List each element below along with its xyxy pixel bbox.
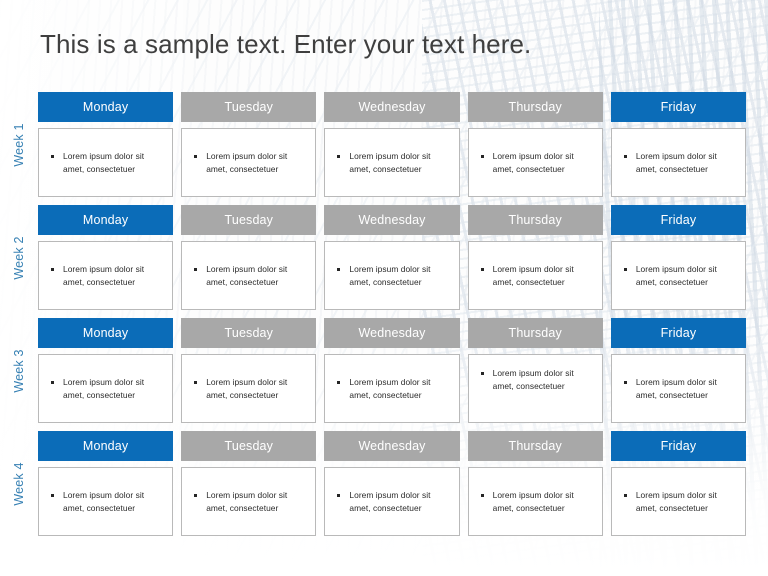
day-column: Thursday Lorem ipsum dolor sit amet, cons…: [467, 205, 603, 310]
day-column: Friday Lorem ipsum dolor sit amet, consec…: [610, 318, 747, 423]
weekly-planner-table: Week 1 Monday Lorem ipsum dolor sit amet, …: [0, 92, 768, 544]
bullet-list-item: Lorem ipsum dolor sit amet, consectetuer: [333, 150, 450, 175]
day-columns: Monday Lorem ipsum dolor sit amet, consec…: [38, 431, 747, 536]
day-cell[interactable]: Lorem ipsum dolor sit amet, consectetuer: [38, 241, 174, 310]
bullet-list-item: Lorem ipsum dolor sit amet, consectetuer: [620, 489, 737, 514]
day-column: Thursday Lorem ipsum dolor sit amet, cons…: [467, 431, 603, 536]
day-column: Monday Lorem ipsum dolor sit amet, consec…: [38, 92, 174, 197]
day-cell[interactable]: Lorem ipsum dolor sit amet, consectetuer: [467, 128, 603, 197]
day-cell[interactable]: Lorem ipsum dolor sit amet, consectetuer: [181, 241, 317, 310]
day-cell[interactable]: Lorem ipsum dolor sit amet, consectetuer: [38, 467, 174, 536]
bullet-list-item: Lorem ipsum dolor sit amet, consectetuer: [333, 489, 450, 514]
week-row: Week 2 Monday Lorem ipsum dolor sit amet, …: [0, 205, 768, 310]
bullet-list-item: Lorem ipsum dolor sit amet, consectetuer: [47, 376, 164, 401]
bullet-list-item: Lorem ipsum dolor sit amet, consectetuer: [477, 367, 594, 392]
bullet-list-item: Lorem ipsum dolor sit amet, consectetuer: [190, 150, 307, 175]
day-header-wednesday[interactable]: Wednesday: [324, 92, 460, 122]
day-header-monday[interactable]: Monday: [38, 205, 174, 235]
day-column: Thursday Lorem ipsum dolor sit amet, cons…: [467, 318, 603, 423]
day-header-monday[interactable]: Monday: [38, 318, 174, 348]
day-column: Monday Lorem ipsum dolor sit amet, consec…: [38, 205, 174, 310]
week-label-container: Week 2: [0, 205, 38, 310]
day-header-thursday[interactable]: Thursday: [467, 205, 603, 235]
day-header-monday[interactable]: Monday: [38, 92, 174, 122]
day-column: Tuesday Lorem ipsum dolor sit amet, conse…: [181, 205, 317, 310]
week-row: Week 4 Monday Lorem ipsum dolor sit amet, …: [0, 431, 768, 536]
day-column: Tuesday Lorem ipsum dolor sit amet, conse…: [181, 318, 317, 423]
day-cell[interactable]: Lorem ipsum dolor sit amet, consectetuer: [181, 354, 317, 423]
day-cell[interactable]: Lorem ipsum dolor sit amet, consectetuer: [610, 467, 747, 536]
day-cell[interactable]: Lorem ipsum dolor sit amet, consectetuer: [324, 241, 460, 310]
bullet-list-item: Lorem ipsum dolor sit amet, consectetuer: [47, 263, 164, 288]
day-header-tuesday[interactable]: Tuesday: [181, 318, 317, 348]
day-header-tuesday[interactable]: Tuesday: [181, 431, 317, 461]
day-column: Monday Lorem ipsum dolor sit amet, consec…: [38, 318, 174, 423]
day-header-wednesday[interactable]: Wednesday: [324, 318, 460, 348]
bullet-list-item: Lorem ipsum dolor sit amet, consectetuer: [190, 489, 307, 514]
day-column: Friday Lorem ipsum dolor sit amet, consec…: [610, 431, 747, 536]
bullet-list-item: Lorem ipsum dolor sit amet, consectetuer: [333, 263, 450, 288]
week-label: Week 4: [12, 461, 26, 506]
day-column: Wednesday Lorem ipsum dolor sit amet, con…: [324, 205, 460, 310]
day-column: Wednesday Lorem ipsum dolor sit amet, con…: [324, 431, 460, 536]
day-cell[interactable]: Lorem ipsum dolor sit amet, consectetuer: [324, 128, 460, 197]
day-header-wednesday[interactable]: Wednesday: [324, 431, 460, 461]
day-cell[interactable]: Lorem ipsum dolor sit amet, consectetuer: [610, 128, 747, 197]
bullet-list-item: Lorem ipsum dolor sit amet, consectetuer: [190, 263, 307, 288]
bullet-list-item: Lorem ipsum dolor sit amet, consectetuer: [477, 150, 594, 175]
day-cell[interactable]: Lorem ipsum dolor sit amet, consectetuer: [38, 128, 174, 197]
day-column: Tuesday Lorem ipsum dolor sit amet, conse…: [181, 92, 317, 197]
day-header-thursday[interactable]: Thursday: [467, 431, 603, 461]
day-column: Friday Lorem ipsum dolor sit amet, consec…: [610, 92, 747, 197]
bullet-list-item: Lorem ipsum dolor sit amet, consectetuer: [47, 489, 164, 514]
day-cell[interactable]: Lorem ipsum dolor sit amet, consectetuer: [324, 467, 460, 536]
week-label-container: Week 3: [0, 318, 38, 423]
bullet-list-item: Lorem ipsum dolor sit amet, consectetuer: [477, 263, 594, 288]
day-column: Monday Lorem ipsum dolor sit amet, consec…: [38, 431, 174, 536]
bullet-list-item: Lorem ipsum dolor sit amet, consectetuer: [47, 150, 164, 175]
day-column: Friday Lorem ipsum dolor sit amet, consec…: [610, 205, 747, 310]
day-cell[interactable]: Lorem ipsum dolor sit amet, consectetuer: [610, 354, 747, 423]
day-cell[interactable]: Lorem ipsum dolor sit amet, consectetuer: [181, 467, 317, 536]
week-label: Week 2: [12, 235, 26, 280]
day-header-monday[interactable]: Monday: [38, 431, 174, 461]
week-label: Week 3: [12, 348, 26, 393]
day-header-tuesday[interactable]: Tuesday: [181, 205, 317, 235]
week-row: Week 3 Monday Lorem ipsum dolor sit amet, …: [0, 318, 768, 423]
day-column: Wednesday Lorem ipsum dolor sit amet, con…: [324, 92, 460, 197]
day-header-friday[interactable]: Friday: [610, 431, 747, 461]
week-label-container: Week 1: [0, 92, 38, 197]
bullet-list-item: Lorem ipsum dolor sit amet, consectetuer: [190, 376, 307, 401]
week-row: Week 1 Monday Lorem ipsum dolor sit amet, …: [0, 92, 768, 197]
bullet-list-item: Lorem ipsum dolor sit amet, consectetuer: [333, 376, 450, 401]
week-label: Week 1: [12, 122, 26, 167]
day-cell[interactable]: Lorem ipsum dolor sit amet, consectetuer: [467, 467, 603, 536]
day-cell[interactable]: Lorem ipsum dolor sit amet, consectetuer: [324, 354, 460, 423]
day-header-wednesday[interactable]: Wednesday: [324, 205, 460, 235]
day-header-friday[interactable]: Friday: [610, 318, 747, 348]
day-columns: Monday Lorem ipsum dolor sit amet, consec…: [38, 92, 747, 197]
week-label-container: Week 4: [0, 431, 38, 536]
day-header-friday[interactable]: Friday: [610, 205, 747, 235]
day-column: Thursday Lorem ipsum dolor sit amet, cons…: [467, 92, 603, 197]
day-header-friday[interactable]: Friday: [610, 92, 747, 122]
day-columns: Monday Lorem ipsum dolor sit amet, consec…: [38, 318, 747, 423]
day-cell[interactable]: Lorem ipsum dolor sit amet, consectetuer: [610, 241, 747, 310]
day-cell[interactable]: Lorem ipsum dolor sit amet, consectetuer: [181, 128, 317, 197]
day-columns: Monday Lorem ipsum dolor sit amet, consec…: [38, 205, 747, 310]
day-cell[interactable]: Lorem ipsum dolor sit amet, consectetuer: [38, 354, 174, 423]
day-header-thursday[interactable]: Thursday: [467, 92, 603, 122]
day-column: Wednesday Lorem ipsum dolor sit amet, con…: [324, 318, 460, 423]
slide-title[interactable]: This is a sample text. Enter your text h…: [40, 27, 531, 61]
bullet-list-item: Lorem ipsum dolor sit amet, consectetuer: [620, 150, 737, 175]
day-header-tuesday[interactable]: Tuesday: [181, 92, 317, 122]
bullet-list-item: Lorem ipsum dolor sit amet, consectetuer: [620, 376, 737, 401]
bullet-list-item: Lorem ipsum dolor sit amet, consectetuer: [477, 489, 594, 514]
day-cell[interactable]: Lorem ipsum dolor sit amet, consectetuer: [467, 241, 603, 310]
day-header-thursday[interactable]: Thursday: [467, 318, 603, 348]
bullet-list-item: Lorem ipsum dolor sit amet, consectetuer: [620, 263, 737, 288]
day-cell[interactable]: Lorem ipsum dolor sit amet, consectetuer: [467, 354, 603, 423]
day-column: Tuesday Lorem ipsum dolor sit amet, conse…: [181, 431, 317, 536]
slide-canvas: This is a sample text. Enter your text h…: [0, 0, 768, 576]
